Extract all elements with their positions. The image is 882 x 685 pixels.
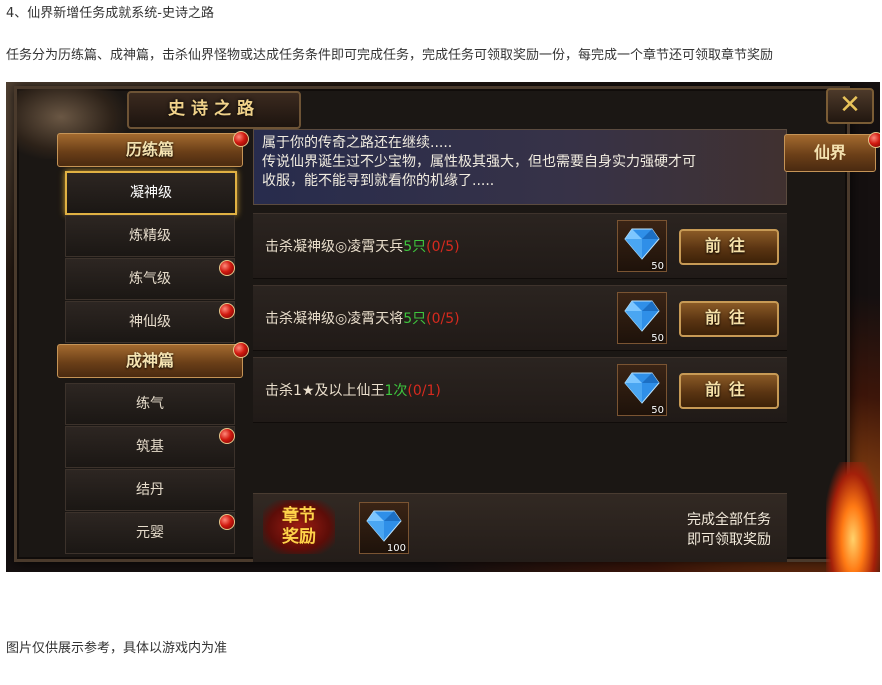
task-count: 5只 [403,239,427,255]
article-footnote: 图片仅供展示参考，具体以游戏内为准 [6,641,228,656]
alert-dot-icon [219,428,235,444]
reward-quantity: 50 [651,333,664,344]
task-progress: (0/1) [407,383,441,399]
alert-dot-icon [219,303,235,319]
badge-line: 奖励 [282,527,316,547]
category-lilian[interactable]: 历练篇 [57,133,243,167]
reward-quantity: 100 [386,543,406,554]
sidebar-item-shenxian[interactable]: 神仙级 [65,301,235,343]
go-button[interactable]: 前往 [679,229,779,265]
badge-line: 章节 [282,506,316,526]
alert-dot-icon [233,131,249,147]
sidebar-item-lianqi-level[interactable]: 炼气级 [65,258,235,300]
sidebar-item-jiedan[interactable]: 结丹 [65,469,235,511]
tab-xianjie[interactable]: 仙界 [784,134,876,172]
chapter-note: 完成全部任务 即可领取奖励 [687,510,771,550]
task-target: 击杀凝神级◎凌霄天兵 [265,239,404,255]
task-row: 击杀凝神级◎凌霄天兵5只(0/5) 50 前往 [253,213,787,279]
window-title: 史诗之路 [127,91,301,129]
story-line: 收服，能不能寻到就看你的机缘了..... [262,173,495,189]
article-heading: 4、仙界新增任务成就系统-史诗之路 [6,6,214,21]
chapter-reward-badge: 章节 奖励 [263,500,335,554]
task-row: 击杀1★及以上仙王1次(0/1) 50 前往 [253,357,787,423]
task-reward[interactable]: 50 [617,292,667,344]
task-count: 1次 [384,383,408,399]
task-description: 击杀凝神级◎凌霄天兵5只(0/5) [265,236,460,256]
story-line: 属于你的传奇之路还在继续..... [262,135,453,151]
sidebar-item-yuanying[interactable]: 元婴 [65,512,235,554]
chapter-reward-bar: 章节 奖励 100 完成全部任务 即可领取奖励 [253,493,787,562]
chapter-reward-item[interactable]: 100 [359,502,409,554]
task-row: 击杀凝神级◎凌霄天将5只(0/5) 50 前往 [253,285,787,351]
go-button[interactable]: 前往 [679,301,779,337]
task-target: 击杀凝神级◎凌霄天将 [265,311,404,327]
task-description: 击杀1★及以上仙王1次(0/1) [265,380,441,400]
article-intro: 任务分为历练篇、成神篇，击杀仙界怪物或达成任务条件即可完成任务，完成任务可领取奖… [6,48,774,63]
alert-dot-icon [219,514,235,530]
close-x-icon[interactable]: ✕ [826,88,874,124]
alert-dot-icon [219,260,235,276]
story-line: 传说仙界诞生过不少宝物，属性极其强大，但也需要自身实力强硬才可 [262,154,696,170]
story-text: 属于你的传奇之路还在继续..... 传说仙界诞生过不少宝物，属性极其强大，但也需… [253,129,787,205]
sidebar-item-lianjing[interactable]: 炼精级 [65,215,235,257]
game-screenshot: 史诗之路 历练篇 凝神级 炼精级 炼气级 神仙级 成神篇 练气 筑基 结丹 元婴… [6,82,880,572]
fire-brazier-icon [826,462,880,572]
blue-diamond-icon [624,228,660,260]
note-line: 即可领取奖励 [687,532,771,548]
blue-diamond-icon [366,510,402,542]
task-progress: (0/5) [426,311,460,327]
task-panel: 属于你的传奇之路还在继续..... 传说仙界诞生过不少宝物，属性极其强大，但也需… [253,129,789,565]
task-description: 击杀凝神级◎凌霄天将5只(0/5) [265,308,460,328]
note-line: 完成全部任务 [687,512,771,528]
task-reward[interactable]: 50 [617,220,667,272]
reward-quantity: 50 [651,405,664,416]
epic-road-window: 史诗之路 历练篇 凝神级 炼精级 炼气级 神仙级 成神篇 练气 筑基 结丹 元婴… [14,86,850,562]
task-target: 击杀1★及以上仙王 [265,383,385,399]
alert-dot-icon [868,132,880,148]
blue-diamond-icon [624,372,660,404]
category-chengshen[interactable]: 成神篇 [57,344,243,378]
go-button[interactable]: 前往 [679,373,779,409]
alert-dot-icon [233,342,249,358]
task-reward[interactable]: 50 [617,364,667,416]
task-count: 5只 [403,311,427,327]
task-progress: (0/5) [426,239,460,255]
sidebar-item-zhuji[interactable]: 筑基 [65,426,235,468]
sidebar-item-ningshen[interactable]: 凝神级 [65,171,237,215]
sidebar-item-lianqi[interactable]: 练气 [65,383,235,425]
chapter-sidebar: 历练篇 凝神级 炼精级 炼气级 神仙级 成神篇 练气 筑基 结丹 元婴 [57,131,249,563]
blue-diamond-icon [624,300,660,332]
reward-quantity: 50 [651,261,664,272]
